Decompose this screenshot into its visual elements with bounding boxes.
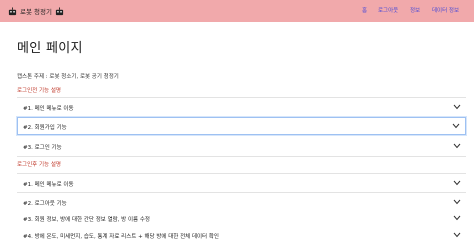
- robot-icon: [8, 6, 17, 16]
- chevron-down-icon: [453, 180, 461, 186]
- accordion-item[interactable]: #3. 로그인 기능: [17, 137, 466, 157]
- chevron-down-icon: [452, 123, 460, 129]
- chevron-down-icon: [453, 143, 461, 149]
- accordion-item[interactable]: #1. 메인 메뉴로 이동: [17, 173, 466, 193]
- chevron-down-icon: [453, 199, 461, 205]
- section-label-before-login: 로그인전 기능 설명: [17, 88, 61, 94]
- accordion-item-label: #3. 회원 정보, 방에 대한 간단 정보 열람, 방 이름 수정: [23, 217, 150, 223]
- accordion-item[interactable]: #2. 회원가입 기능: [17, 117, 466, 135]
- accordion-item-label: #1. 메인 메뉴로 이동: [23, 106, 74, 112]
- accordion-item-label: #1. 메인 메뉴로 이동: [23, 182, 74, 188]
- accordion-item-label: #2. 로그아웃 기능: [23, 201, 67, 207]
- accordion-item-label: #4. 방에 온도, 미세먼지, 습도, 통계 자료 리스트 + 해당 방에 대…: [23, 234, 219, 240]
- brand-title: 로봇 청정기: [20, 8, 52, 16]
- accordion-item[interactable]: #4. 방에 온도, 미세먼지, 습도, 통계 자료 리스트 + 해당 방에 대…: [17, 226, 466, 245]
- nav-link-info[interactable]: 정보: [410, 6, 420, 14]
- page-title: 메인 페이지: [17, 41, 83, 56]
- nav-link-logout[interactable]: 로그아웃: [378, 6, 398, 14]
- accordion-item-label: #2. 회원가입 기능: [23, 125, 67, 131]
- section-label-after-login: 로그인후 기능 설명: [17, 162, 61, 168]
- accordion-item[interactable]: #1. 메인 메뉴로 이동: [17, 97, 466, 117]
- chevron-down-icon: [453, 215, 461, 221]
- navbar: 로봇 청정기 홈 로그아웃 정보 데이터 정보: [0, 0, 474, 22]
- nav-link-data-info[interactable]: 데이터 정보: [432, 6, 459, 14]
- chevron-down-icon: [453, 104, 461, 110]
- page-subtitle: 캡스톤 주제 : 로봇 청소기, 로봇 공기 청정기: [17, 74, 119, 80]
- brand[interactable]: 로봇 청정기: [8, 5, 64, 17]
- nav-link-home[interactable]: 홈: [362, 6, 367, 14]
- chevron-down-icon: [453, 232, 461, 238]
- robot-icon: [55, 6, 64, 16]
- accordion-item-label: #3. 로그인 기능: [23, 145, 62, 151]
